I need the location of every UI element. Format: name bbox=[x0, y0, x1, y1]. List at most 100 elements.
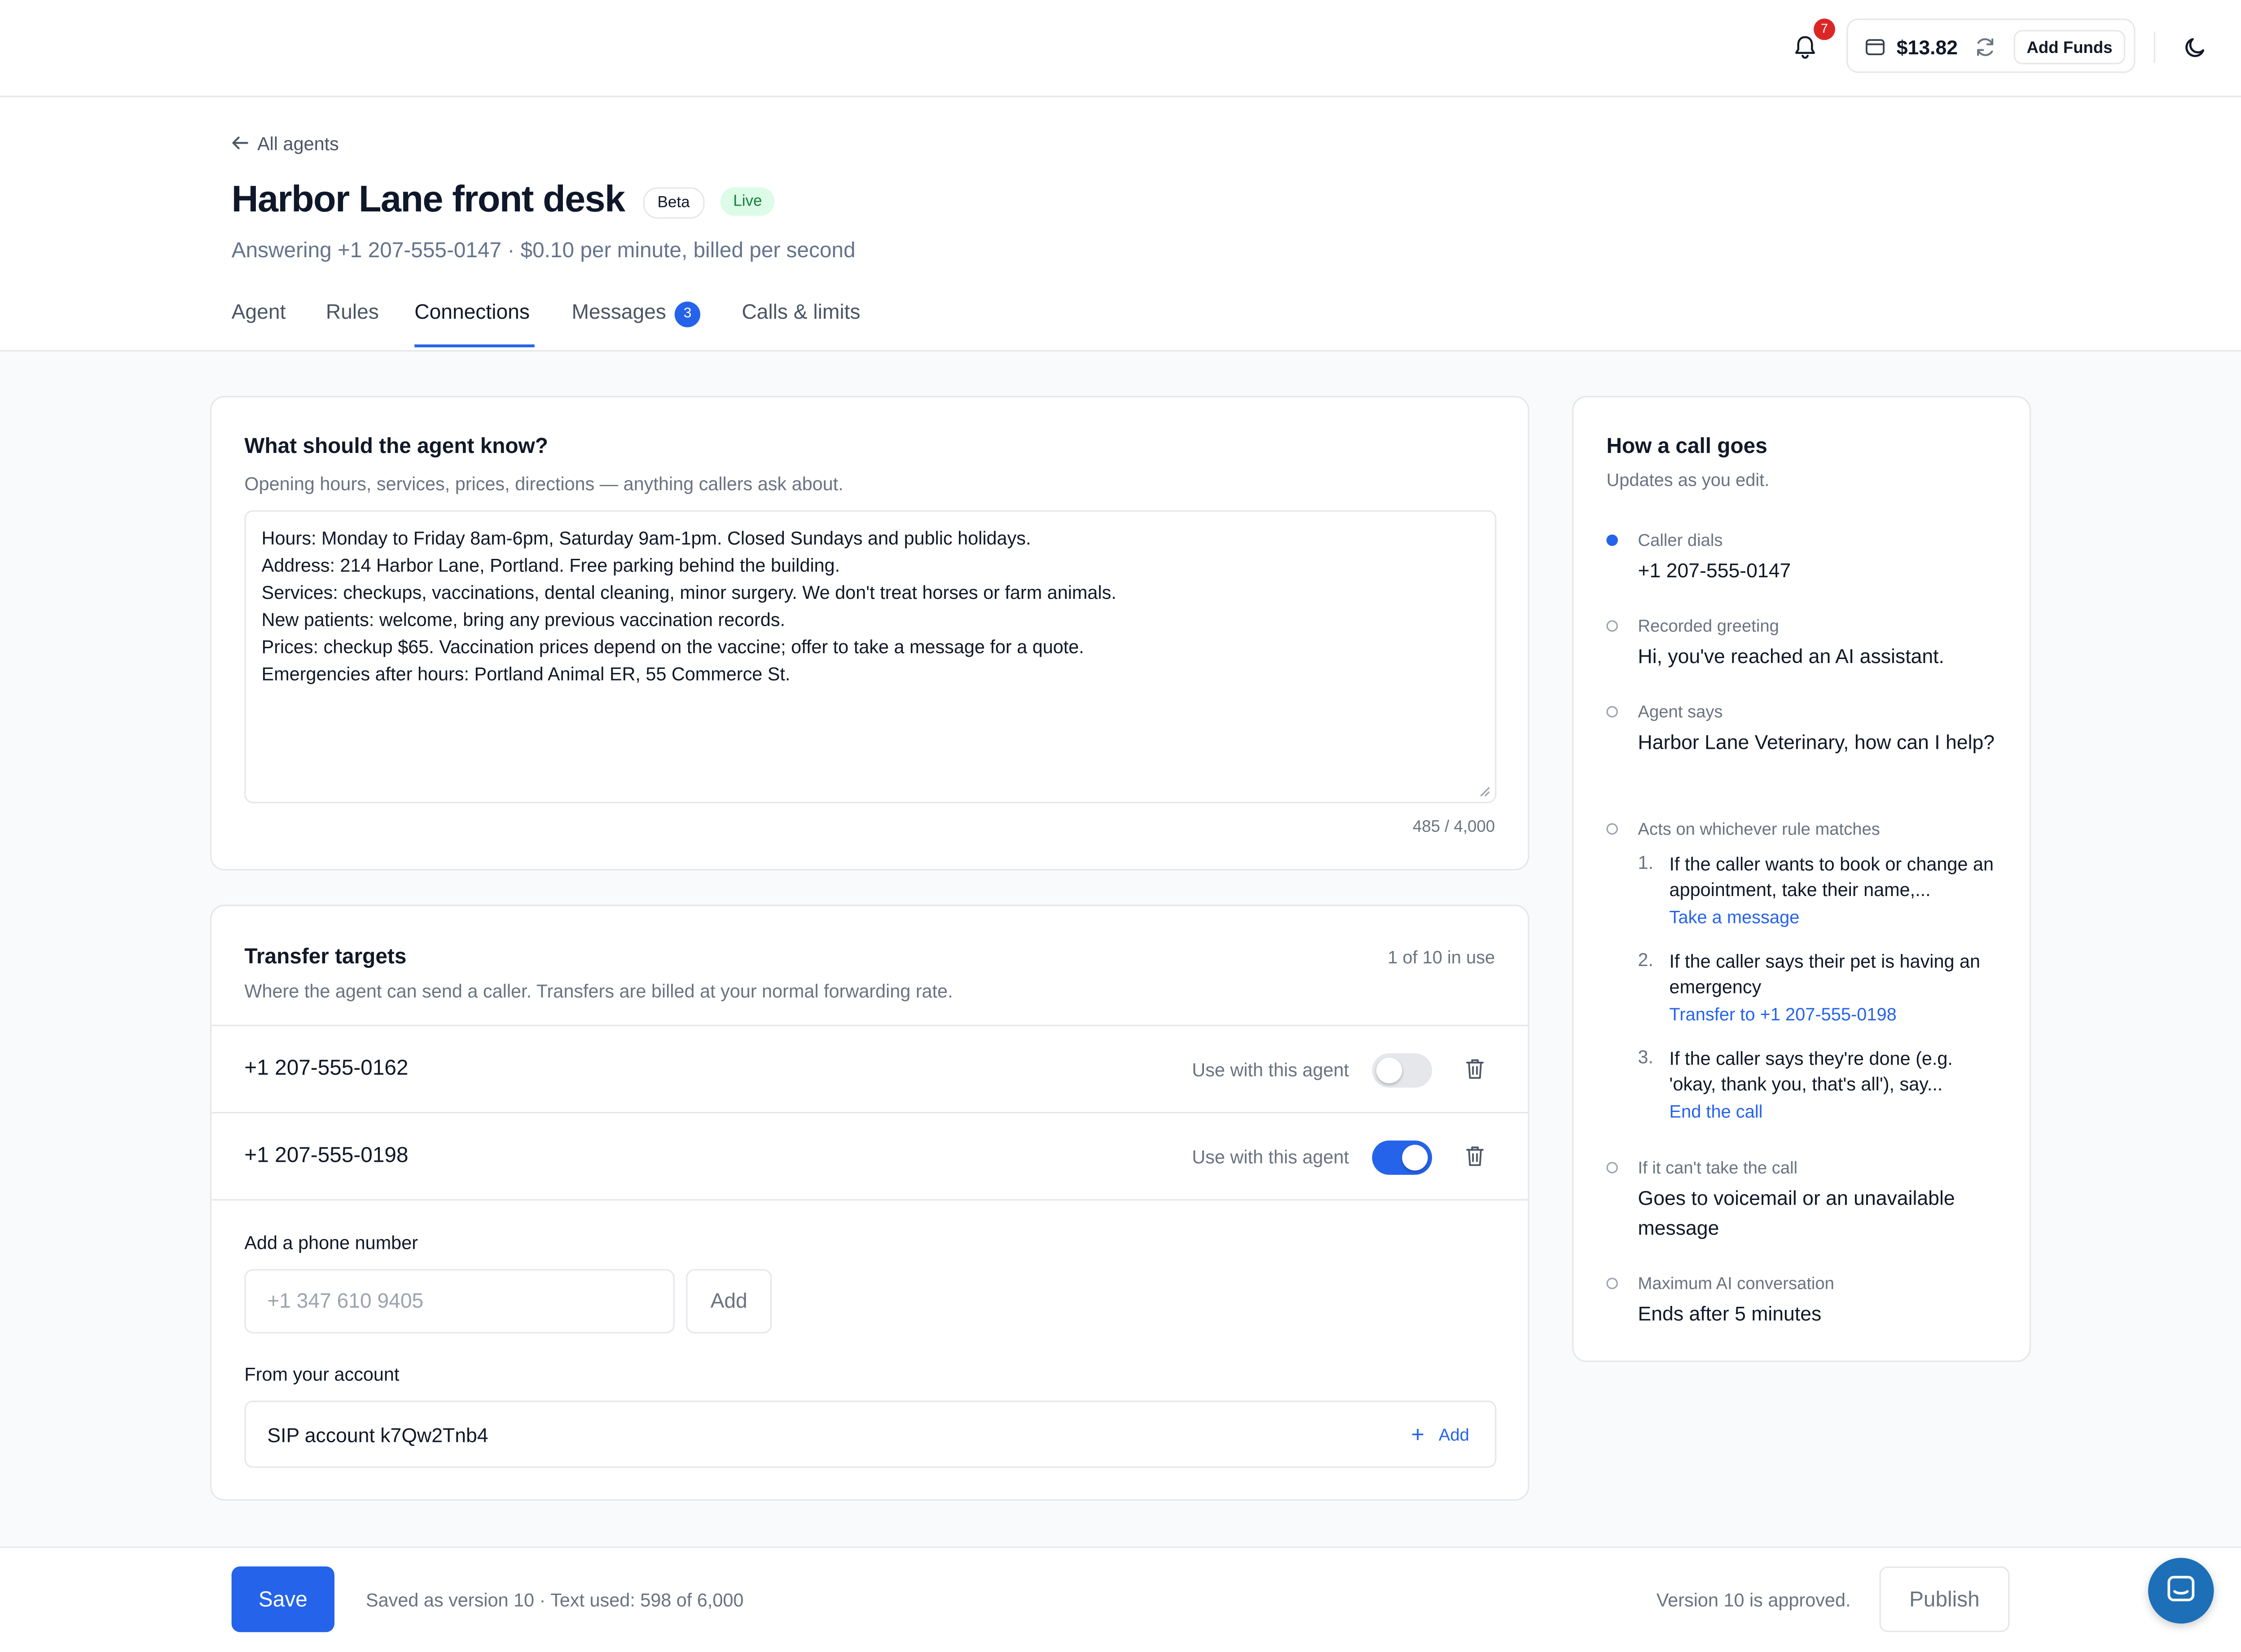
back-link-label: All agents bbox=[257, 133, 339, 154]
knowledge-line: Services: checkups, vaccinations, dental… bbox=[261, 581, 1116, 603]
step-dot bbox=[1606, 1278, 1618, 1289]
trash-icon[interactable] bbox=[1465, 1145, 1485, 1168]
arrow-left-icon bbox=[232, 136, 248, 149]
use-with-agent-label: Use with this agent bbox=[1192, 1146, 1349, 1168]
knowledge-title: What should the agent know? bbox=[244, 434, 548, 459]
step-value: Hi, you've reached an AI assistant. bbox=[1638, 644, 1944, 668]
step-value: Ends after 5 minutes bbox=[1638, 1302, 1822, 1325]
divider bbox=[211, 1199, 1529, 1201]
balance-amount: $13.82 bbox=[1896, 35, 1958, 59]
resize-grip-icon[interactable] bbox=[1479, 786, 1490, 797]
rule-index: 2. bbox=[1638, 949, 1654, 971]
knowledge-card: What should the agent know? Opening hour… bbox=[210, 395, 1529, 870]
transfer-number: +1 207-555-0162 bbox=[244, 1056, 409, 1081]
refresh-icon[interactable] bbox=[1974, 36, 1997, 59]
page-subtitle: Answering +1 207-555-0147 · $0.10 per mi… bbox=[231, 238, 856, 263]
chat-support-button[interactable] bbox=[2148, 1558, 2214, 1624]
use-with-agent-toggle[interactable] bbox=[1372, 1053, 1432, 1088]
page-root: 7 $13.82 Add Funds All agents Harbor Lan… bbox=[0, 0, 2241, 1652]
step-value: +1 207-555-0147 bbox=[1638, 558, 1791, 582]
step-label: Caller dials bbox=[1638, 530, 1723, 550]
bell-icon[interactable] bbox=[1791, 33, 1819, 62]
divider bbox=[2153, 31, 2156, 63]
transfer-number: +1 207-555-0198 bbox=[244, 1143, 409, 1168]
rule-action-link[interactable]: End the call bbox=[1670, 1102, 1763, 1122]
plus-icon: + bbox=[1411, 1423, 1425, 1448]
transfer-targets-card: Transfer targets Where the agent can sen… bbox=[210, 905, 1529, 1501]
messages-count-badge: 3 bbox=[675, 301, 701, 328]
sip-account-label: SIP account k7Qw2Tnb4 bbox=[267, 1423, 488, 1446]
knowledge-line: Address: 214 Harbor Lane, Portland. Free… bbox=[261, 554, 840, 576]
approval-status: Version 10 is approved. bbox=[1656, 1589, 1851, 1611]
notification-count-badge: 7 bbox=[1814, 18, 1835, 40]
toggle-knob bbox=[1402, 1145, 1428, 1171]
publish-button[interactable]: Publish bbox=[1879, 1566, 2010, 1632]
use-with-agent-label: Use with this agent bbox=[1192, 1059, 1349, 1081]
transfer-usage-count: 1 of 10 in use bbox=[1388, 947, 1495, 968]
wallet-widget: $13.82 Add Funds bbox=[1846, 18, 2136, 73]
tab-messages[interactable]: Messages 3 bbox=[571, 301, 701, 328]
step-dot bbox=[1606, 706, 1618, 718]
character-counter: 485 / 4,000 bbox=[1412, 819, 1495, 836]
beta-badge: Beta bbox=[643, 187, 704, 219]
sip-account-row: SIP account k7Qw2Tnb4 + Add bbox=[244, 1401, 1497, 1468]
page-header: All agents Harbor Lane front desk Beta L… bbox=[0, 97, 2241, 352]
knowledge-subtitle: Opening hours, services, prices, directi… bbox=[244, 473, 844, 495]
rule-action-link[interactable]: Take a message bbox=[1670, 908, 1800, 928]
tab-connections[interactable]: Connections bbox=[414, 302, 530, 325]
rule-index: 3. bbox=[1638, 1046, 1654, 1068]
moon-icon[interactable] bbox=[2183, 34, 2208, 60]
trash-icon[interactable] bbox=[1465, 1058, 1485, 1081]
add-sip-button[interactable]: + Add bbox=[1411, 1424, 1469, 1449]
step-label: Agent says bbox=[1638, 702, 1723, 722]
wallet-icon bbox=[1866, 39, 1885, 55]
add-phone-label: Add a phone number bbox=[244, 1232, 418, 1254]
save-button[interactable]: Save bbox=[231, 1566, 334, 1632]
tab-calls-limits[interactable]: Calls & limits bbox=[742, 302, 860, 325]
knowledge-line: Prices: checkup $65. Vaccination prices … bbox=[261, 636, 1084, 658]
rule-text: If the caller says their pet is having a… bbox=[1669, 950, 1981, 998]
footer-bar: Save Saved as version 10 · Text used: 59… bbox=[0, 1546, 2241, 1652]
rule-text: If the caller wants to book or change an… bbox=[1669, 853, 1994, 901]
transfer-title: Transfer targets bbox=[244, 945, 407, 969]
call-flow-subtitle: Updates as you edit. bbox=[1606, 470, 1770, 491]
rule-index: 1. bbox=[1638, 852, 1654, 874]
add-funds-button[interactable]: Add Funds bbox=[2013, 30, 2126, 65]
step-value: Goes to voicemail or an unavailable mess… bbox=[1638, 1186, 1955, 1239]
transfer-target-row: +1 207-555-0162 Use with this agent bbox=[211, 1024, 1529, 1112]
tab-rules[interactable]: Rules bbox=[326, 302, 379, 325]
step-dot bbox=[1606, 620, 1618, 632]
active-tab-indicator bbox=[414, 344, 535, 347]
rule-text: If the caller says they're done (e.g. 'o… bbox=[1669, 1047, 1953, 1095]
tab-messages-label: Messages bbox=[571, 301, 666, 325]
knowledge-line: New patients: welcome, bring any previou… bbox=[261, 609, 785, 631]
save-status: Saved as version 10 · Text used: 598 of … bbox=[366, 1589, 744, 1611]
rule-action-link[interactable]: Transfer to +1 207-555-0198 bbox=[1670, 1005, 1897, 1025]
phone-number-input[interactable] bbox=[244, 1269, 675, 1334]
step-dot bbox=[1606, 1162, 1618, 1173]
tab-agent[interactable]: Agent bbox=[232, 302, 286, 325]
page-title: Harbor Lane front desk bbox=[231, 177, 625, 220]
step-value: Harbor Lane Veterinary, how can I help? bbox=[1638, 730, 1995, 753]
chat-icon bbox=[2167, 1576, 2195, 1602]
call-flow-panel: How a call goes Updates as you edit. Cal… bbox=[1572, 395, 2031, 1362]
step-label: If it can't take the call bbox=[1638, 1157, 1798, 1178]
knowledge-line: Emergencies after hours: Portland Animal… bbox=[261, 663, 791, 685]
use-with-agent-toggle[interactable] bbox=[1372, 1140, 1432, 1175]
call-flow-title: How a call goes bbox=[1606, 434, 1767, 459]
step-dot bbox=[1606, 823, 1618, 835]
knowledge-textarea[interactable]: Hours: Monday to Friday 8am-6pm, Saturda… bbox=[244, 510, 1497, 804]
live-badge: Live bbox=[720, 187, 775, 216]
step-dot bbox=[1606, 534, 1618, 546]
transfer-target-row: +1 207-555-0198 Use with this agent bbox=[211, 1112, 1529, 1199]
back-link[interactable]: All agents bbox=[232, 133, 339, 154]
top-bar: 7 $13.82 Add Funds bbox=[0, 0, 2241, 97]
add-sip-label: Add bbox=[1438, 1425, 1469, 1445]
add-phone-button[interactable]: Add bbox=[686, 1269, 772, 1334]
knowledge-line: Hours: Monday to Friday 8am-6pm, Saturda… bbox=[261, 527, 1031, 549]
step-label: Acts on whichever rule matches bbox=[1638, 819, 1880, 839]
from-account-label: From your account bbox=[244, 1363, 400, 1385]
transfer-subtitle: Where the agent can send a caller. Trans… bbox=[244, 980, 953, 1002]
step-label: Maximum AI conversation bbox=[1638, 1273, 1834, 1294]
toggle-knob bbox=[1376, 1057, 1402, 1084]
